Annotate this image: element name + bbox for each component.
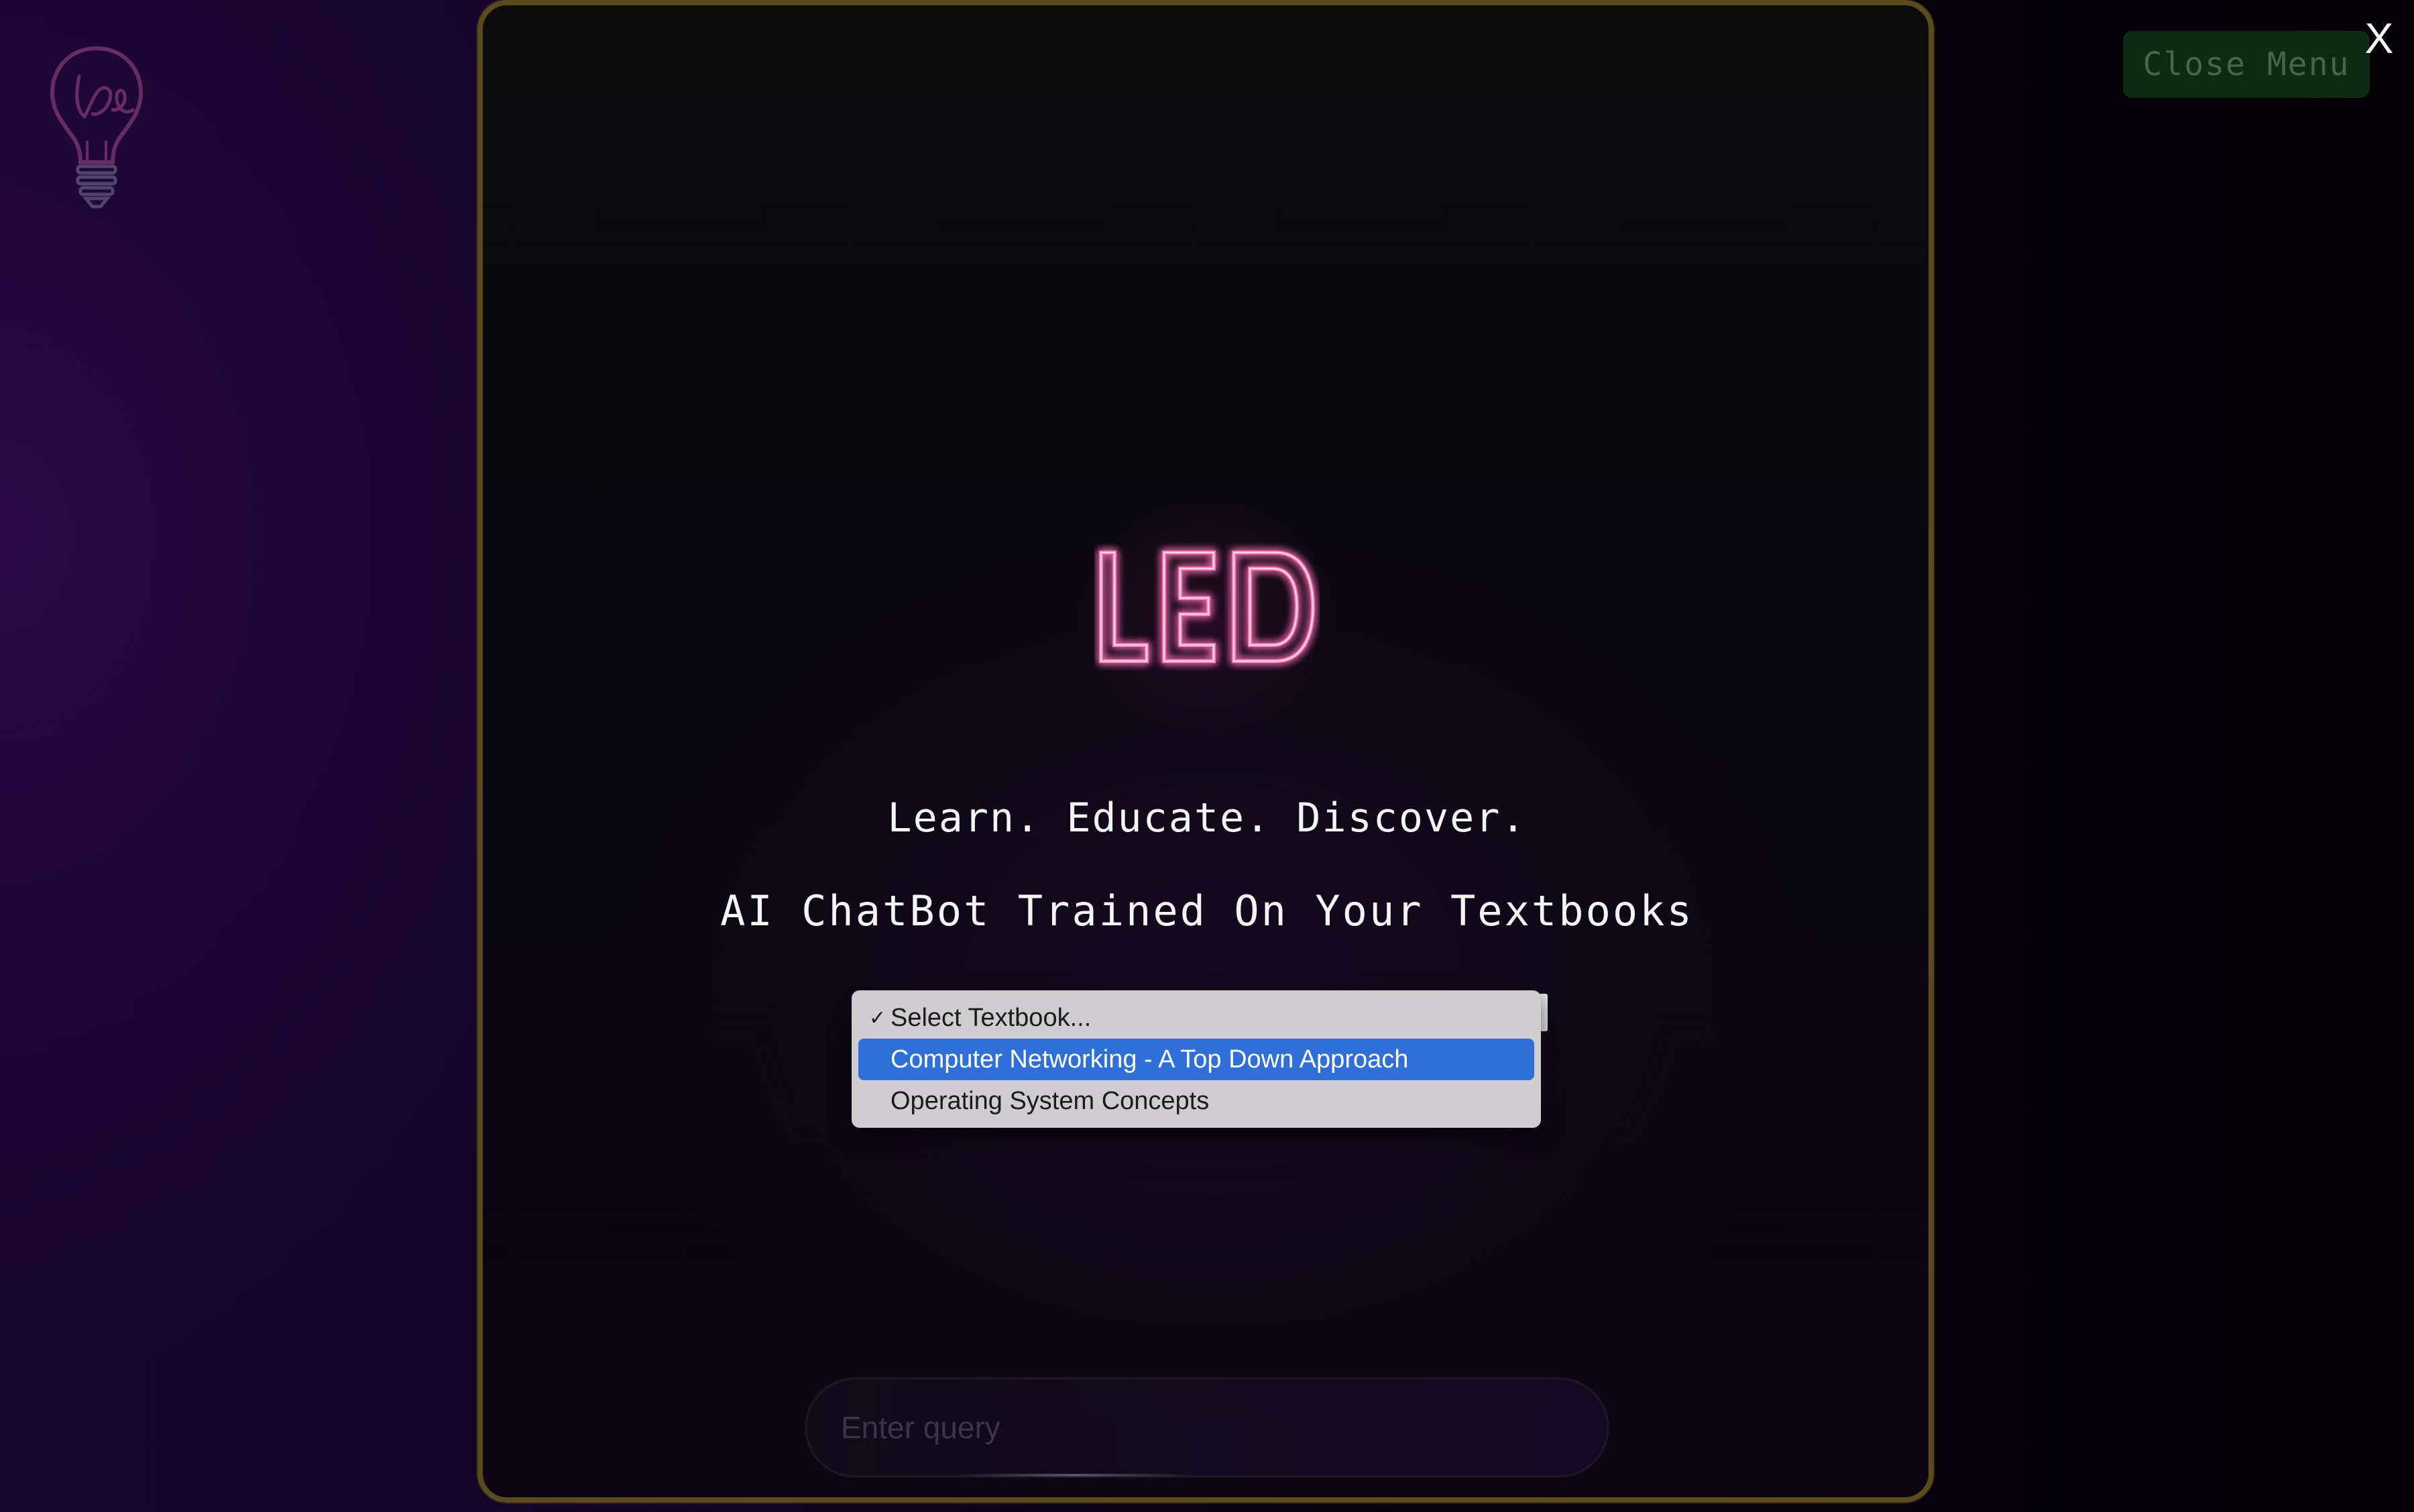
query-input[interactable]: Enter query [805,1377,1609,1478]
dropdown-option-select-textbook[interactable]: ✓ Select Textbook... [858,997,1534,1039]
close-icon[interactable]: X [2360,14,2398,62]
checkmark-icon: ✓ [869,1006,886,1029]
menu-modal [477,0,1934,1503]
tagline: Learn. Educate. Discover. [887,795,1527,841]
option-label: Computer Networking - A Top Down Approac… [890,1045,1409,1073]
dropdown-option-computer-networking[interactable]: Computer Networking - A Top Down Approac… [858,1039,1534,1080]
option-label: Operating System Concepts [890,1086,1210,1115]
option-label: Select Textbook... [890,1003,1092,1032]
subtitle: AI ChatBot Trained On Your Textbooks [720,886,1694,935]
close-menu-button[interactable]: Close Menu [2123,31,2370,98]
textbook-select-dropdown[interactable]: ✓ Select Textbook... Computer Networking… [852,990,1541,1128]
lightbulb-logo-icon [50,46,143,209]
dropdown-option-operating-system-concepts[interactable]: Operating System Concepts [858,1080,1534,1122]
led-neon-logo [1099,550,1316,663]
query-input-underline [952,1474,1194,1476]
